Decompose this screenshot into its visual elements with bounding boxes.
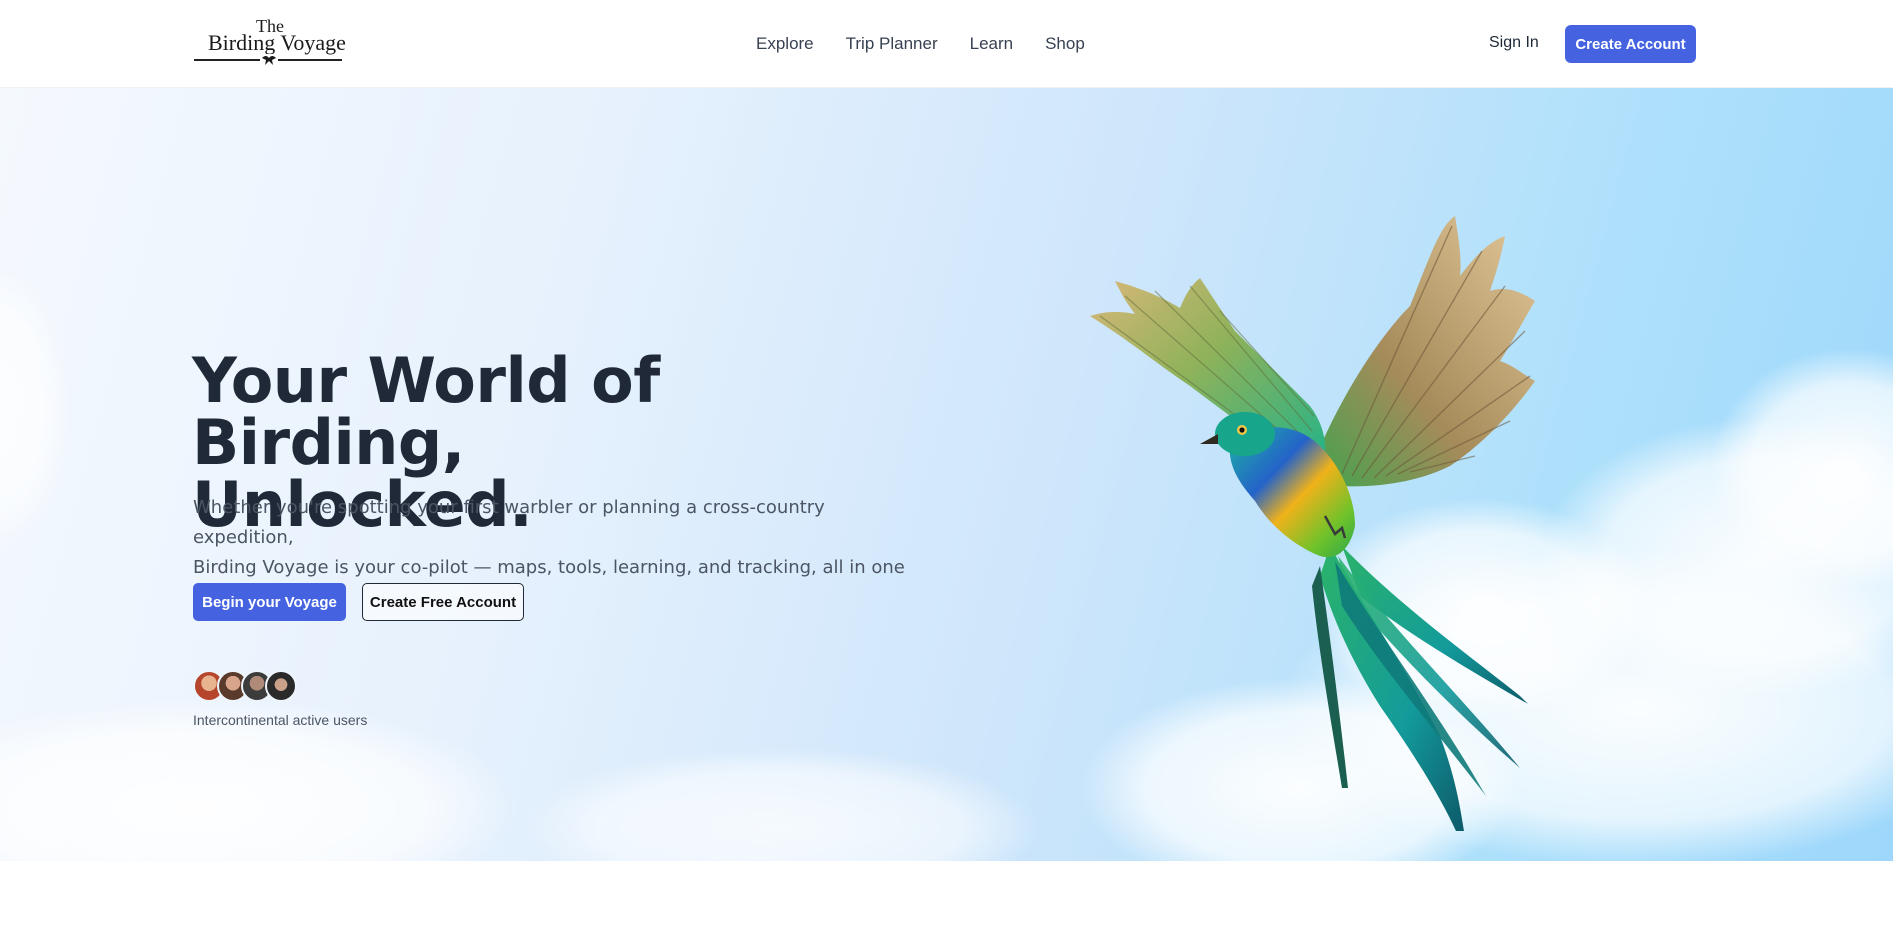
brand-logo[interactable]: The Birding Voyage: [194, 16, 346, 72]
active-users-label: Intercontinental active users: [193, 712, 368, 728]
user-avatar: [265, 670, 297, 702]
nav-learn[interactable]: Learn: [970, 34, 1013, 54]
create-account-button[interactable]: Create Account: [1565, 25, 1696, 63]
hero-section: Your World of Birding, Unlocked. Whether…: [0, 88, 1893, 861]
sign-in-link[interactable]: Sign In: [1489, 34, 1539, 52]
site-header: The Birding Voyage Explore Trip Planner …: [0, 0, 1893, 88]
begin-voyage-button[interactable]: Begin your Voyage: [193, 583, 346, 621]
nav-trip-planner[interactable]: Trip Planner: [846, 34, 938, 54]
main-nav: Explore Trip Planner Learn Shop: [756, 34, 1085, 54]
hero-subheadline-line1: Whether you're spotting your first warbl…: [193, 497, 825, 548]
nav-shop[interactable]: Shop: [1045, 34, 1085, 54]
logo-bird-icon: [260, 54, 278, 65]
nav-explore[interactable]: Explore: [756, 34, 814, 54]
create-free-account-button[interactable]: Create Free Account: [362, 583, 524, 621]
quetzal-bird-illustration: [1090, 216, 1535, 831]
hero-headline-line1: Your World of Birding,: [192, 344, 660, 479]
